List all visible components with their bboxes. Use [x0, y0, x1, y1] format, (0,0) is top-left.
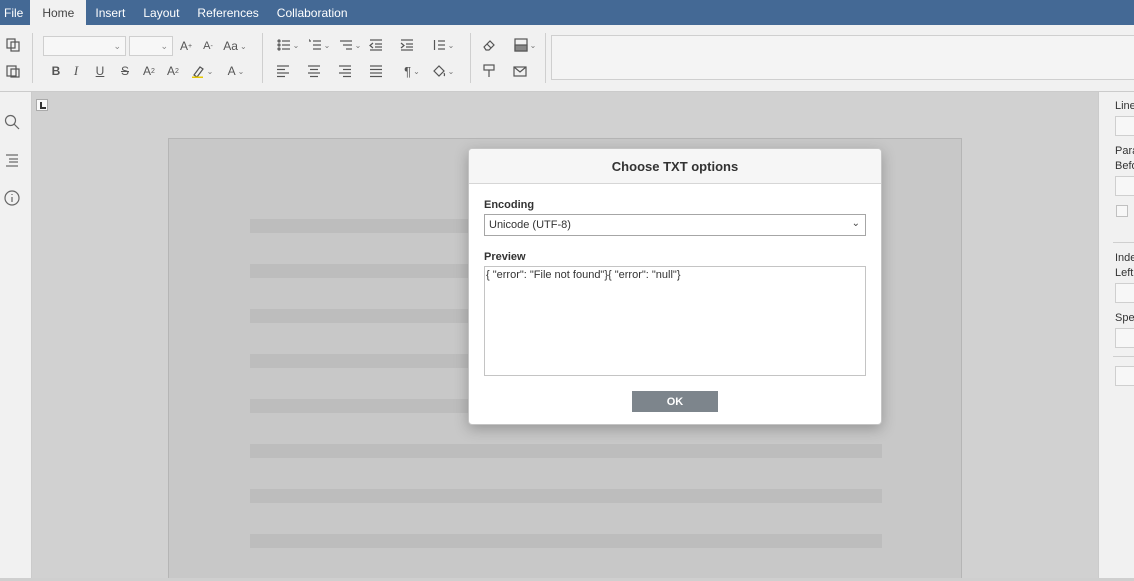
bullets-icon[interactable]: ⌄	[274, 37, 302, 53]
tab-collaboration[interactable]: Collaboration	[268, 0, 357, 25]
line-spacing-label: Line	[1115, 100, 1134, 112]
text-line-placeholder	[250, 444, 882, 458]
line-spacing-icon[interactable]: ⌄	[429, 37, 457, 53]
increase-font-icon[interactable]: A +	[177, 38, 195, 54]
advanced-settings-button[interactable]	[1115, 366, 1134, 386]
text-line-placeholder	[250, 534, 882, 548]
increase-indent-icon[interactable]	[398, 37, 416, 53]
change-case-icon[interactable]: Aa ⌄	[222, 38, 248, 54]
indents-label: Inde	[1115, 252, 1134, 264]
text-line-placeholder	[250, 489, 882, 503]
separator	[470, 33, 471, 83]
chevron-down-icon: ⌄	[851, 218, 860, 229]
tab-references[interactable]: References	[188, 0, 267, 25]
ok-button[interactable]: OK	[632, 391, 718, 412]
font-color-icon[interactable]: A ⌄	[223, 63, 249, 79]
line-spacing-field[interactable]	[1115, 116, 1134, 136]
decrease-indent-icon[interactable]	[367, 37, 385, 53]
encoding-value: Unicode (UTF-8)	[489, 219, 571, 231]
shading-icon[interactable]: ⌄	[511, 37, 539, 53]
styles-gallery[interactable]	[551, 35, 1134, 80]
separator	[545, 33, 546, 83]
tab-stop-selector[interactable]	[36, 99, 48, 111]
multilevel-icon[interactable]: ⌄	[336, 37, 364, 53]
navigation-icon[interactable]	[4, 152, 22, 170]
separator	[32, 33, 33, 83]
paragraph-spacing-label: Para	[1115, 145, 1134, 157]
dialog-title: Choose TXT options	[469, 149, 881, 184]
encoding-select[interactable]: Unicode (UTF-8) ⌄	[484, 214, 866, 236]
separator	[262, 33, 263, 83]
strikethrough-icon[interactable]: S	[116, 63, 134, 79]
before-label: Befo	[1115, 160, 1134, 172]
italic-icon[interactable]: I	[67, 63, 85, 79]
tab-layout[interactable]: Layout	[134, 0, 188, 25]
left-sidebar	[0, 92, 32, 581]
superscript-icon[interactable]: A2	[140, 63, 158, 79]
tab-file[interactable]: File	[0, 0, 30, 25]
preview-label: Preview	[484, 251, 526, 263]
clear-style-icon[interactable]	[480, 37, 498, 53]
align-center-icon[interactable]	[305, 63, 323, 79]
align-right-icon[interactable]	[336, 63, 354, 79]
spacing-checkbox[interactable]	[1116, 205, 1128, 217]
txt-options-dialog: Choose TXT options Encoding Unicode (UTF…	[468, 148, 882, 425]
paste-icon[interactable]	[4, 63, 22, 79]
search-icon[interactable]	[4, 114, 22, 132]
highlight-icon[interactable]: ⌄	[188, 63, 216, 79]
subscript-icon[interactable]: A2	[164, 63, 182, 79]
toolbar: ⌄ ⌄ A + A- Aa ⌄ B I U S A2 A2 ⌄ A ⌄ ⌄ ⌄ ⌄ ⌄…	[0, 25, 1134, 92]
copy-style-icon[interactable]	[480, 63, 498, 79]
align-left-icon[interactable]	[274, 63, 292, 79]
font-size-combo[interactable]: ⌄	[129, 36, 173, 56]
special-label: Spe	[1115, 312, 1134, 324]
decrease-font-icon[interactable]: A-	[199, 38, 217, 54]
copy-icon[interactable]	[4, 37, 22, 53]
font-family-combo[interactable]: ⌄	[43, 36, 126, 56]
mail-merge-icon[interactable]	[511, 63, 529, 79]
special-field[interactable]	[1115, 328, 1134, 348]
tab-insert[interactable]: Insert	[86, 0, 134, 25]
justify-icon[interactable]	[367, 63, 385, 79]
right-settings-panel: Line Para Befo Inde Left Spe	[1098, 92, 1134, 581]
bold-icon[interactable]: B	[47, 63, 65, 79]
menu-bar: File Home Insert Layout References Colla…	[0, 0, 1134, 25]
left-indent-field[interactable]	[1115, 283, 1134, 303]
info-icon[interactable]	[4, 190, 22, 208]
encoding-label: Encoding	[484, 199, 535, 211]
left-label: Left	[1115, 267, 1134, 279]
underline-icon[interactable]: U	[91, 63, 109, 79]
tab-home[interactable]: Home	[30, 0, 87, 25]
divider	[1113, 242, 1134, 243]
nonprinting-icon[interactable]: ¶ ⌄	[398, 63, 426, 79]
preview-area[interactable]: { "error": "File not found"}{ "error": "…	[484, 266, 866, 376]
numbering-icon[interactable]: ⌄	[305, 37, 333, 53]
divider	[1113, 356, 1134, 357]
before-field[interactable]	[1115, 176, 1134, 196]
fill-icon[interactable]: ⌄	[429, 63, 457, 79]
